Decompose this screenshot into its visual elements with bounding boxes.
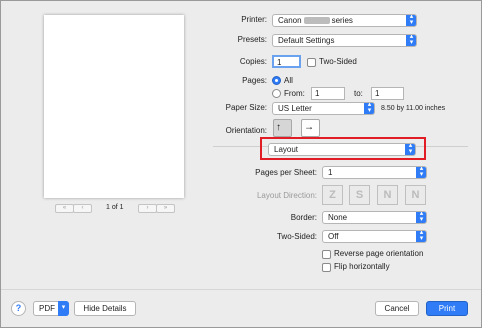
chevron-down-icon: ▾ (58, 301, 69, 316)
updown-arrow-icon: ▴ ▾ (364, 103, 374, 114)
border-label: Border: (290, 213, 317, 222)
pages-from-label: From: (284, 89, 305, 98)
direction-s-button[interactable]: S (349, 185, 370, 205)
page-indicator: 1 of 1 (106, 204, 124, 211)
cancel-button[interactable]: Cancel (375, 301, 419, 316)
two-sided-label: Two-Sided (319, 57, 357, 66)
pages-label: Pages: (242, 76, 267, 85)
paper-size-label: Paper Size: (225, 103, 267, 112)
updown-arrow-icon: ▴ ▾ (416, 167, 426, 178)
border-value: None (328, 213, 348, 222)
copies-label: Copies: (239, 57, 267, 66)
pages-to-label: to: (354, 89, 363, 98)
last-page-button[interactable]: » (156, 204, 175, 213)
paper-size-select[interactable]: US Letter ▴ ▾ (272, 102, 375, 115)
section-select[interactable]: Layout ▴ ▾ (268, 143, 416, 156)
footer-divider (1, 289, 481, 290)
pages-per-sheet-value: 1 (328, 168, 333, 177)
paper-dimensions: 8.50 by 11.00 inches (381, 105, 446, 112)
pages-from-input[interactable]: 1 (311, 87, 345, 100)
direction-n-reverse-button[interactable]: N (405, 185, 426, 205)
two-sided-checkbox[interactable] (307, 58, 316, 67)
presets-label: Presets: (237, 35, 267, 44)
updown-arrow-icon: ▴ ▾ (416, 212, 426, 223)
pages-all-label: All (284, 76, 293, 85)
next-page-button[interactable]: › (138, 204, 157, 213)
printer-label: Printer: (241, 15, 267, 24)
previous-page-button[interactable]: ‹ (73, 204, 92, 213)
printer-name-prefix: Canon (278, 16, 302, 25)
paper-size-value: US Letter (278, 104, 312, 113)
first-page-button[interactable]: « (55, 204, 74, 213)
direction-n-button[interactable]: N (377, 185, 398, 205)
pages-from-radio[interactable] (272, 89, 281, 98)
orientation-label: Orientation: (225, 126, 267, 135)
reverse-orientation-label: Reverse page orientation (334, 249, 424, 258)
updown-arrow-icon: ▴ ▾ (406, 35, 416, 46)
landscape-icon: ↑ (303, 125, 315, 131)
two-sided-select-label: Two-Sided: (276, 232, 317, 241)
copies-input[interactable]: 1 (272, 55, 301, 68)
print-dialog: « ‹ 1 of 1 › » Printer: Canon series ▴ ▾ P… (0, 0, 482, 328)
presets-value: Default Settings (278, 36, 335, 45)
updown-arrow-icon: ▴ ▾ (406, 15, 416, 26)
direction-z-button[interactable]: Z (322, 185, 343, 205)
pages-all-radio[interactable] (272, 76, 281, 85)
hide-details-button[interactable]: Hide Details (74, 301, 136, 316)
redacted-model (303, 17, 330, 25)
portrait-icon: ↑ (276, 122, 281, 133)
pages-per-sheet-select[interactable]: 1 ▴ ▾ (322, 166, 427, 179)
flip-horizontally-checkbox[interactable] (322, 263, 331, 272)
presets-select[interactable]: Default Settings ▴ ▾ (272, 34, 417, 47)
pdf-label: PDF (39, 304, 55, 313)
section-value: Layout (274, 145, 299, 154)
pages-to-input[interactable]: 1 (371, 87, 404, 100)
landscape-button[interactable]: ↑ (301, 119, 320, 137)
reverse-orientation-checkbox[interactable] (322, 250, 331, 259)
border-select[interactable]: None ▴ ▾ (322, 211, 427, 224)
pdf-button[interactable]: PDF ▾ (33, 301, 69, 316)
pages-per-sheet-label: Pages per Sheet: (255, 168, 317, 177)
two-sided-value: Off (328, 232, 339, 241)
updown-arrow-icon: ▴ ▾ (405, 144, 415, 155)
portrait-button[interactable]: ↑ (273, 119, 292, 137)
page-preview (44, 15, 184, 198)
flip-horizontally-label: Flip horizontally (334, 262, 390, 271)
updown-arrow-icon: ▴ ▾ (416, 231, 426, 242)
help-button[interactable]: ? (11, 301, 26, 316)
two-sided-select[interactable]: Off ▴ ▾ (322, 230, 427, 243)
layout-direction-label: Layout Direction: (256, 191, 317, 200)
print-button[interactable]: Print (426, 301, 468, 316)
printer-select[interactable]: Canon series ▴ ▾ (272, 14, 417, 27)
printer-name-suffix: series (331, 16, 353, 25)
